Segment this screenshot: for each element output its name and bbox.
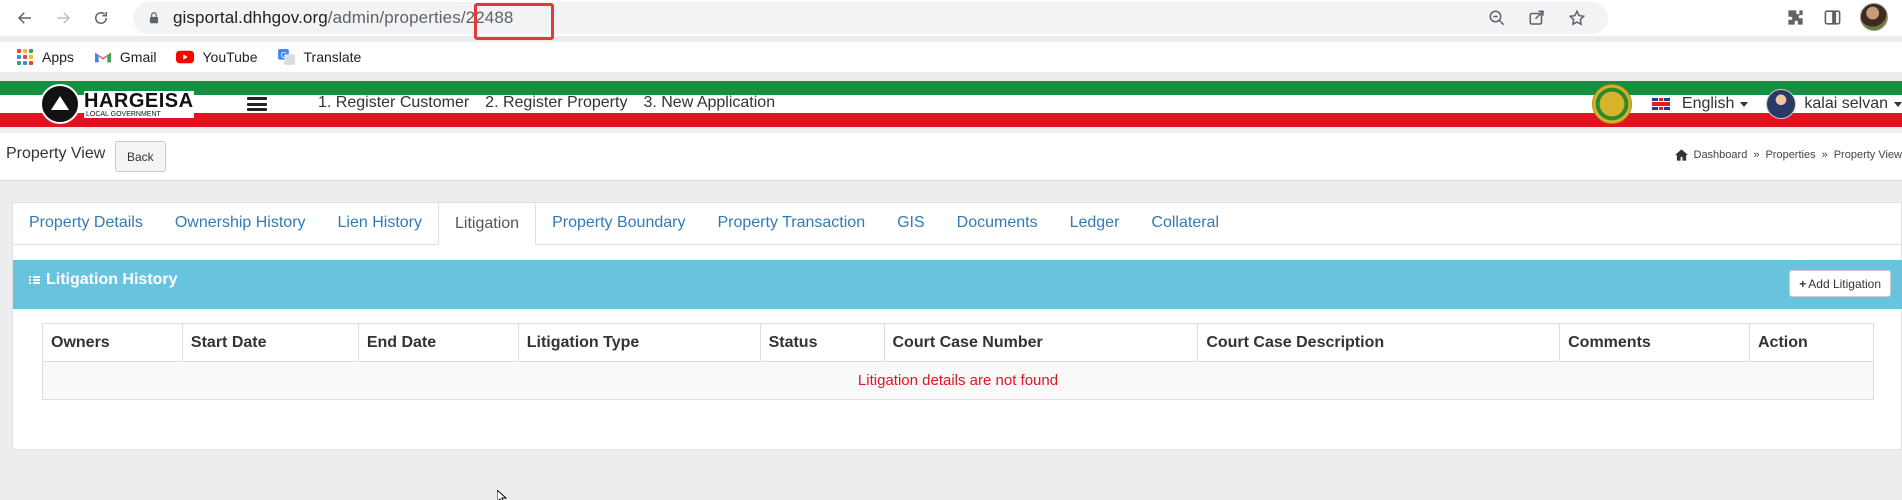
bookmark-label: Translate: [303, 49, 362, 65]
tab-property-transaction[interactable]: Property Transaction: [701, 202, 881, 244]
back-arrow-icon[interactable]: [10, 3, 40, 33]
breadcrumb-properties[interactable]: Properties: [1765, 149, 1815, 161]
bookmark-youtube[interactable]: YouTube: [176, 49, 258, 65]
litigation-table-wrap: Owners Start Date End Date Litigation Ty…: [42, 323, 1874, 400]
logo-text: HARGEISA LOCAL GOVERNMENT: [84, 89, 194, 118]
breadcrumb-dashboard[interactable]: Dashboard: [1694, 149, 1748, 161]
uk-flag-icon: [1651, 98, 1670, 110]
back-button[interactable]: Back: [115, 141, 166, 172]
page-title: Property View: [6, 145, 106, 162]
add-litigation-label: Add Litigation: [1808, 276, 1881, 291]
url-text: gisportal.dhhgov.org/admin/properties/22…: [173, 8, 513, 28]
caret-down-icon: [1894, 101, 1902, 107]
svg-text:G: G: [280, 51, 286, 60]
empty-message: Litigation details are not found: [42, 361, 1874, 400]
share-icon[interactable]: [1528, 9, 1546, 27]
page-header: Property View Back Dashboard » Propertie…: [0, 133, 1902, 181]
user-avatar[interactable]: [1766, 89, 1797, 119]
col-court-case-description: Court Case Description: [1197, 323, 1561, 362]
bookmark-label: Apps: [42, 49, 74, 65]
bookmark-translate[interactable]: G Translate: [277, 49, 362, 65]
nav-new-application[interactable]: 3. New Application: [643, 94, 775, 112]
property-view-panel: Property Details Ownership History Lien …: [12, 202, 1902, 450]
tab-lien-history[interactable]: Lien History: [322, 202, 438, 244]
add-litigation-button[interactable]: + Add Litigation: [1789, 270, 1891, 297]
col-end-date: End Date: [357, 323, 519, 362]
bookmark-apps[interactable]: Apps: [16, 49, 74, 65]
home-icon: [1674, 149, 1688, 161]
tab-property-details[interactable]: Property Details: [13, 202, 159, 244]
breadcrumb-property-view: Property View: [1833, 149, 1902, 161]
url-host: gisportal.dhhgov.org: [173, 8, 328, 27]
litigation-box-title: Litigation History: [29, 271, 178, 289]
app-header: HARGEISA LOCAL GOVERNMENT 1. Register Cu…: [0, 81, 1902, 127]
nav-register-property[interactable]: 2. Register Property: [485, 94, 627, 112]
litigation-history-box: Litigation History + Add Litigation Owner…: [13, 260, 1902, 435]
reload-icon[interactable]: [86, 3, 116, 33]
col-comments: Comments: [1559, 323, 1750, 362]
col-litigation-type: Litigation Type: [517, 323, 761, 362]
caret-down-icon: [1740, 101, 1749, 107]
extensions-icon[interactable]: [1786, 8, 1805, 27]
litigation-table: Owners Start Date End Date Litigation Ty…: [42, 323, 1874, 400]
tab-documents[interactable]: Documents: [941, 202, 1054, 244]
logo-title: HARGEISA: [84, 89, 194, 112]
translate-icon: G: [277, 49, 296, 65]
language-label: English: [1681, 95, 1735, 112]
breadcrumb-separator: »: [1753, 149, 1760, 161]
url-path: /admin/properties/: [327, 8, 466, 27]
logo-subtitle: LOCAL GOVERNMENT: [84, 110, 194, 118]
address-bar[interactable]: gisportal.dhhgov.org/admin/properties/22…: [133, 2, 1608, 34]
language-dropdown[interactable]: English: [1681, 95, 1749, 113]
bookmark-label: Gmail: [119, 49, 157, 65]
side-panel-icon[interactable]: [1823, 8, 1842, 27]
breadcrumb-separator: »: [1821, 149, 1828, 161]
tab-property-boundary[interactable]: Property Boundary: [536, 202, 701, 244]
government-seal-icon: [1591, 84, 1632, 124]
gmail-icon: [94, 49, 112, 65]
tab-collateral[interactable]: Collateral: [1135, 202, 1235, 244]
property-tabs: Property Details Ownership History Lien …: [13, 202, 1902, 245]
list-icon: [29, 276, 40, 284]
tab-ledger[interactable]: Ledger: [1054, 202, 1136, 244]
bookmark-gmail[interactable]: Gmail: [94, 49, 157, 65]
tab-gis[interactable]: GIS: [881, 202, 941, 244]
header-right: English kalai selvan: [1591, 81, 1902, 127]
breadcrumb: Dashboard » Properties » Property View: [1674, 149, 1902, 161]
col-status: Status: [759, 323, 885, 362]
hamburger-menu-icon[interactable]: [247, 97, 267, 111]
col-action: Action: [1749, 323, 1874, 362]
hargeisa-logo[interactable]: HARGEISA LOCAL GOVERNMENT: [40, 83, 200, 125]
col-start-date: Start Date: [181, 323, 359, 362]
bookmark-label: YouTube: [202, 49, 258, 65]
mouse-cursor-icon: [497, 490, 507, 500]
browser-actions: [1786, 3, 1888, 31]
url-highlight-box: [474, 3, 554, 40]
youtube-icon: [176, 49, 195, 65]
tab-litigation[interactable]: Litigation: [438, 202, 537, 245]
col-owners: Owners: [42, 323, 183, 362]
user-menu[interactable]: kalai selvan: [1804, 95, 1902, 113]
user-name: kalai selvan: [1804, 95, 1888, 112]
tab-ownership-history[interactable]: Ownership History: [159, 202, 322, 244]
table-header-row: Owners Start Date End Date Litigation Ty…: [42, 323, 1874, 362]
browser-toolbar: gisportal.dhhgov.org/admin/properties/22…: [0, 0, 1902, 40]
bookmarks-bar: Apps Gmail YouTube G Translate: [0, 42, 1902, 72]
litigation-box-header: Litigation History + Add Litigation: [13, 260, 1902, 309]
col-court-case-number: Court Case Number: [883, 323, 1199, 362]
forward-arrow-icon[interactable]: [48, 3, 78, 33]
lock-icon: [149, 12, 159, 24]
zoom-out-icon[interactable]: [1488, 9, 1506, 27]
logo-emblem-icon: [40, 84, 80, 124]
star-icon[interactable]: [1568, 9, 1586, 27]
plus-icon: +: [1799, 276, 1807, 291]
profile-avatar[interactable]: [1860, 3, 1888, 31]
table-row: Litigation details are not found: [42, 361, 1874, 400]
top-nav: 1. Register Customer 2. Register Propert…: [318, 94, 775, 112]
apps-grid-icon: [16, 49, 34, 65]
nav-register-customer[interactable]: 1. Register Customer: [318, 94, 469, 112]
omnibox-actions: [1488, 2, 1586, 34]
litigation-title: Litigation History: [46, 271, 178, 288]
